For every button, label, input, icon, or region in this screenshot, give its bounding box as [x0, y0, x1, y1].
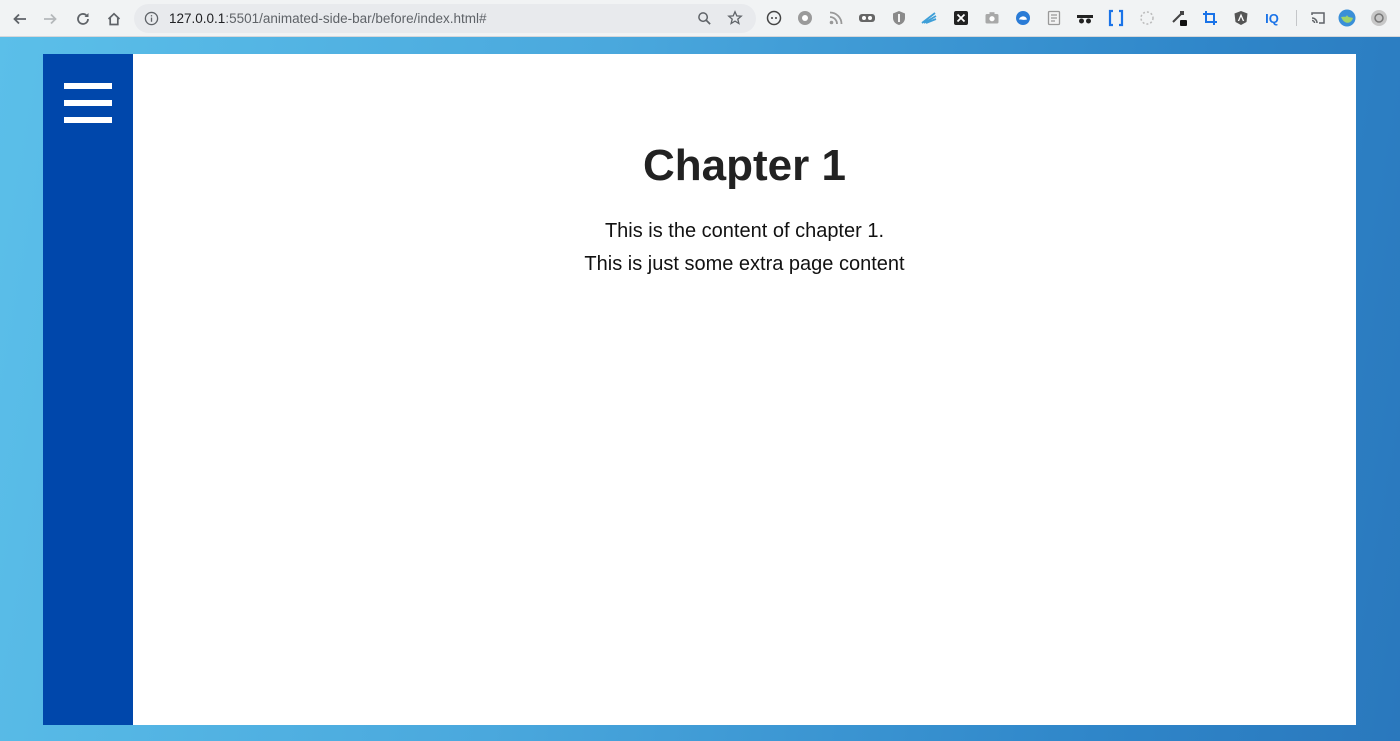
- reload-button[interactable]: [71, 7, 95, 31]
- loading-extension-icon[interactable]: [1138, 9, 1156, 27]
- zoom-button[interactable]: [695, 9, 713, 27]
- rss-extension-icon[interactable]: [827, 9, 845, 27]
- hamburger-bar: [64, 83, 112, 89]
- url-host: 127.0.0.1: [169, 11, 226, 26]
- main-content: Chapter 1 This is the content of chapter…: [133, 54, 1356, 725]
- back-button[interactable]: [8, 7, 32, 31]
- back-arrow-icon: [13, 13, 26, 25]
- hamburger-bar: [64, 117, 112, 123]
- home-button[interactable]: [102, 7, 126, 31]
- incognito-extension-icon[interactable]: [1076, 9, 1094, 27]
- address-bar[interactable]: 127.0.0.1:5501/animated-side-bar/before/…: [134, 4, 756, 33]
- crop-extension-icon[interactable]: [1201, 9, 1219, 27]
- chapter-paragraph: This is the content of chapter 1.: [604, 220, 885, 242]
- cast-icon[interactable]: [1309, 9, 1327, 27]
- url-path: :5501/animated-side-bar/before/index.htm…: [225, 11, 487, 26]
- x-extension-icon[interactable]: [952, 9, 970, 27]
- screenshot-extension-icon[interactable]: [983, 9, 1001, 27]
- bookmark-button[interactable]: [726, 9, 744, 27]
- browser-toolbar: 127.0.0.1:5501/animated-side-bar/before/…: [0, 0, 1400, 37]
- eyedropper-extension-icon[interactable]: [1170, 9, 1188, 27]
- page-heading: Chapter 1: [643, 141, 846, 190]
- reload-icon: [77, 13, 89, 25]
- edge-extension-icon[interactable]: [1014, 9, 1032, 27]
- forward-arrow-icon: [44, 13, 57, 25]
- hamburger-bar: [64, 100, 112, 106]
- ghostery-extension-icon[interactable]: [796, 9, 814, 27]
- brackets-extension-icon[interactable]: [1107, 9, 1125, 27]
- extra-paragraph: This is just some extra page content: [584, 253, 905, 275]
- bookmark-star-icon: [727, 10, 743, 25]
- menu-icon[interactable]: [1370, 9, 1388, 27]
- feedly-extension-icon[interactable]: [920, 9, 938, 27]
- forward-button[interactable]: [38, 7, 62, 31]
- angular-extension-icon[interactable]: [1232, 9, 1250, 27]
- iq-extension-icon[interactable]: IQ: [1263, 9, 1281, 27]
- site-info-icon[interactable]: [144, 11, 159, 26]
- reader-extension-icon[interactable]: [765, 9, 783, 27]
- profile-avatar-icon[interactable]: [1338, 9, 1356, 27]
- tampermonkey-extension-icon[interactable]: [858, 9, 876, 27]
- ublock-extension-icon[interactable]: [890, 9, 908, 27]
- url-text[interactable]: 127.0.0.1:5501/animated-side-bar/before/…: [169, 11, 486, 26]
- sidebar: [43, 54, 133, 725]
- toolbar-divider: [1296, 10, 1297, 26]
- home-icon: [107, 12, 121, 26]
- hamburger-menu-icon[interactable]: [64, 83, 112, 125]
- notes-extension-icon[interactable]: [1045, 9, 1063, 27]
- zoom-icon: [697, 11, 711, 25]
- page-viewport: Chapter 1 This is the content of chapter…: [0, 37, 1400, 741]
